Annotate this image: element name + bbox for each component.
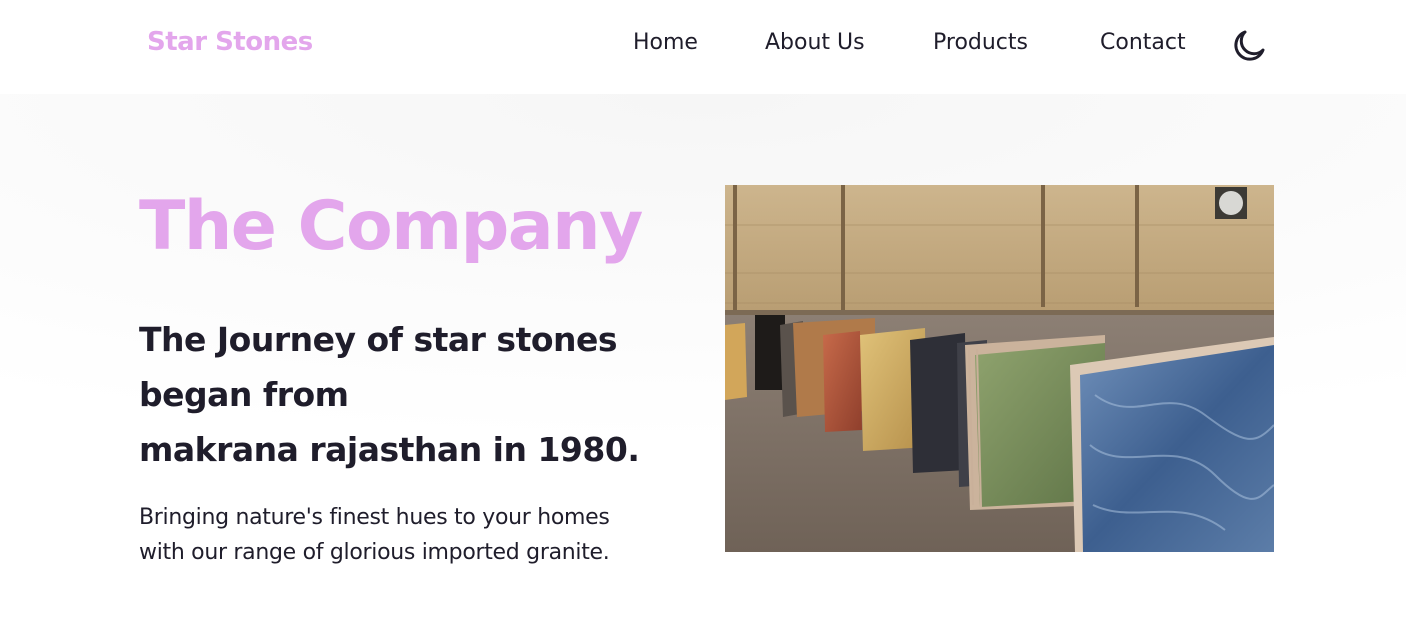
navbar: Star Stones Home About Us Products Conta…: [0, 0, 1406, 94]
hero-description-line: with our range of glorious imported gran…: [139, 540, 610, 565]
theme-toggle-button[interactable]: [1229, 27, 1267, 65]
moon-icon: [1234, 30, 1265, 61]
nav-link-products[interactable]: Products: [933, 30, 1028, 55]
hero-heading-line: The Journey of star stones: [139, 320, 618, 359]
hero-description-line: Bringing nature's finest hues to your ho…: [139, 505, 610, 530]
hero-title: The Company: [139, 187, 643, 266]
hero-heading-line: makrana rajasthan in 1980.: [139, 430, 640, 469]
granite-slab-warehouse-image: [725, 185, 1274, 552]
nav-link-about-us[interactable]: About Us: [765, 30, 865, 55]
nav-link-contact[interactable]: Contact: [1100, 30, 1186, 55]
hero-description: Bringing nature's finest hues to your ho…: [139, 500, 699, 570]
brand-logo[interactable]: Star Stones: [147, 27, 313, 57]
nav-link-home[interactable]: Home: [633, 30, 698, 55]
hero-heading-line: began from: [139, 375, 349, 414]
hero-heading: The Journey of star stones began from ma…: [139, 312, 699, 477]
